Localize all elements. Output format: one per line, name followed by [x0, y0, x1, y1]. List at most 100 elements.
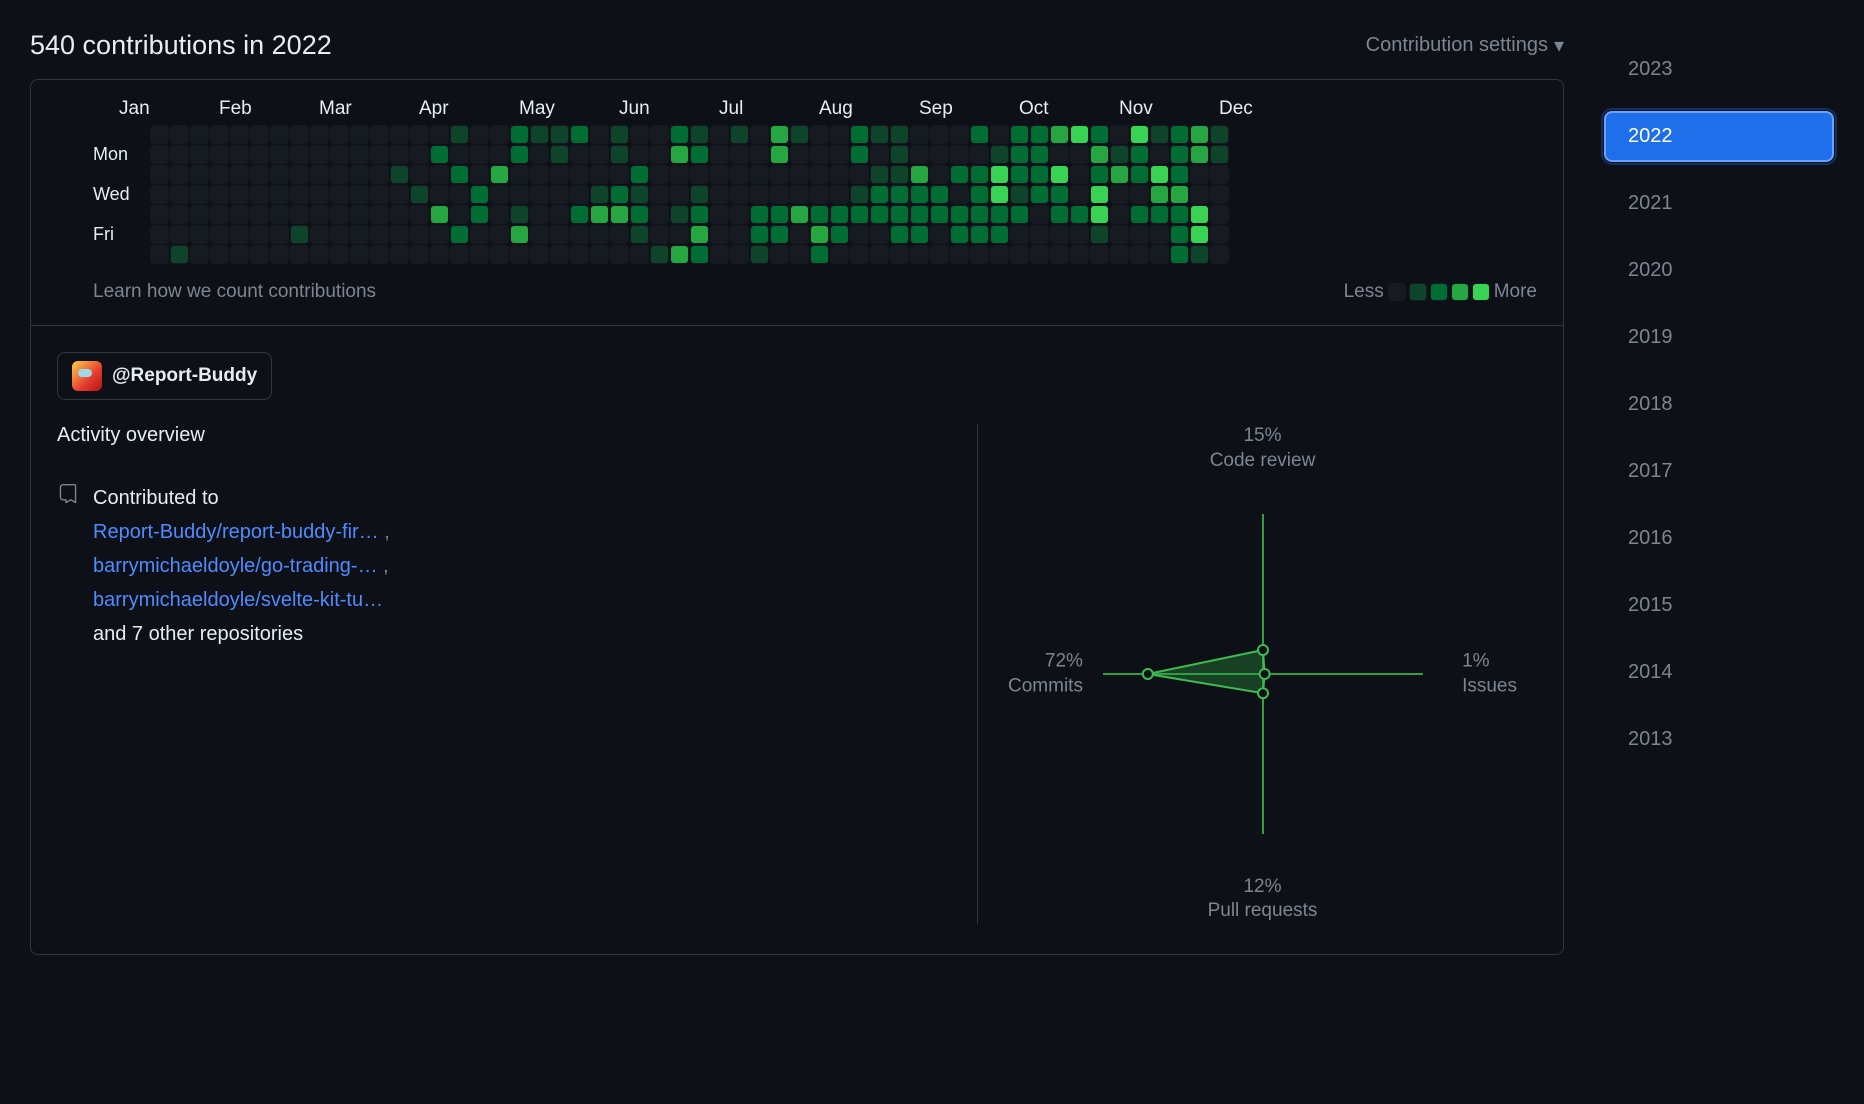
contribution-cell[interactable]: [611, 246, 628, 263]
contribution-cell[interactable]: [871, 206, 888, 223]
contribution-cell[interactable]: [1111, 246, 1128, 263]
contribution-cell[interactable]: [1151, 186, 1168, 203]
contribution-cell[interactable]: [1111, 186, 1128, 203]
contribution-cell[interactable]: [751, 246, 768, 263]
contribution-cell[interactable]: [1011, 246, 1028, 263]
contribution-cell[interactable]: [411, 246, 428, 263]
contribution-cell[interactable]: [291, 246, 308, 263]
contribution-cell[interactable]: [831, 206, 848, 223]
contribution-cell[interactable]: [631, 146, 648, 163]
contribution-cell[interactable]: [591, 126, 608, 143]
contribution-cell[interactable]: [851, 246, 868, 263]
contribution-cell[interactable]: [251, 126, 268, 143]
learn-contributions-link[interactable]: Learn how we count contributions: [93, 281, 376, 303]
contribution-cell[interactable]: [1151, 126, 1168, 143]
contribution-cell[interactable]: [591, 226, 608, 243]
contribution-cell[interactable]: [1091, 246, 1108, 263]
contribution-cell[interactable]: [911, 126, 928, 143]
contribution-cell[interactable]: [751, 146, 768, 163]
contribution-cell[interactable]: [271, 206, 288, 223]
contribution-cell[interactable]: [911, 206, 928, 223]
contribution-cell[interactable]: [851, 186, 868, 203]
contribution-cell[interactable]: [1111, 206, 1128, 223]
contribution-cell[interactable]: [551, 166, 568, 183]
contribution-cell[interactable]: [591, 206, 608, 223]
contribution-cell[interactable]: [931, 166, 948, 183]
contribution-cell[interactable]: [411, 166, 428, 183]
contribution-cell[interactable]: [831, 146, 848, 163]
contribution-cell[interactable]: [391, 186, 408, 203]
contribution-cell[interactable]: [1111, 146, 1128, 163]
contribution-cell[interactable]: [1171, 226, 1188, 243]
contribution-cell[interactable]: [431, 226, 448, 243]
contribution-cell[interactable]: [971, 246, 988, 263]
contribution-cell[interactable]: [431, 186, 448, 203]
contribution-cell[interactable]: [191, 146, 208, 163]
contribution-cell[interactable]: [271, 226, 288, 243]
contribution-cell[interactable]: [1151, 226, 1168, 243]
contribution-cell[interactable]: [511, 146, 528, 163]
contribution-cell[interactable]: [331, 126, 348, 143]
contribution-cell[interactable]: [431, 246, 448, 263]
contribution-cell[interactable]: [451, 186, 468, 203]
contribution-cell[interactable]: [1071, 226, 1088, 243]
contribution-cell[interactable]: [651, 166, 668, 183]
contribution-cell[interactable]: [1051, 126, 1068, 143]
contribution-cell[interactable]: [1031, 186, 1048, 203]
contribution-cell[interactable]: [231, 246, 248, 263]
contribution-cell[interactable]: [831, 166, 848, 183]
contribution-cell[interactable]: [1031, 166, 1048, 183]
contribution-cell[interactable]: [511, 226, 528, 243]
contribution-cell[interactable]: [251, 226, 268, 243]
contribution-cell[interactable]: [531, 146, 548, 163]
contribution-cell[interactable]: [171, 126, 188, 143]
contribution-cell[interactable]: [571, 246, 588, 263]
contribution-cell[interactable]: [931, 226, 948, 243]
contribution-cell[interactable]: [1191, 226, 1208, 243]
contribution-cell[interactable]: [491, 186, 508, 203]
contribution-cell[interactable]: [991, 186, 1008, 203]
contribution-cell[interactable]: [171, 246, 188, 263]
contribution-cell[interactable]: [751, 226, 768, 243]
contribution-cell[interactable]: [991, 246, 1008, 263]
year-filter-2015[interactable]: 2015: [1604, 580, 1834, 631]
contribution-cell[interactable]: [711, 146, 728, 163]
contribution-cell[interactable]: [651, 206, 668, 223]
contribution-cell[interactable]: [491, 126, 508, 143]
contribution-cell[interactable]: [1211, 126, 1228, 143]
contribution-cell[interactable]: [911, 246, 928, 263]
contribution-cell[interactable]: [851, 146, 868, 163]
contribution-cell[interactable]: [571, 146, 588, 163]
contribution-cell[interactable]: [271, 186, 288, 203]
contribution-cell[interactable]: [891, 126, 908, 143]
contribution-cell[interactable]: [491, 166, 508, 183]
contribution-cell[interactable]: [1191, 186, 1208, 203]
contribution-cell[interactable]: [511, 186, 528, 203]
contribution-cell[interactable]: [951, 186, 968, 203]
contribution-cell[interactable]: [471, 246, 488, 263]
contribution-cell[interactable]: [1011, 146, 1028, 163]
contribution-cell[interactable]: [191, 126, 208, 143]
contribution-cell[interactable]: [611, 186, 628, 203]
contribution-cell[interactable]: [1011, 226, 1028, 243]
contribution-cell[interactable]: [811, 226, 828, 243]
contribution-cell[interactable]: [1211, 166, 1228, 183]
contribution-cell[interactable]: [331, 206, 348, 223]
contribution-cell[interactable]: [1151, 206, 1168, 223]
contribution-cell[interactable]: [211, 246, 228, 263]
contribution-cell[interactable]: [251, 166, 268, 183]
contribution-cell[interactable]: [631, 186, 648, 203]
contribution-cell[interactable]: [451, 126, 468, 143]
contribution-cell[interactable]: [231, 206, 248, 223]
contribution-cell[interactable]: [771, 186, 788, 203]
contribution-cell[interactable]: [711, 126, 728, 143]
contribution-cell[interactable]: [331, 146, 348, 163]
contribution-cell[interactable]: [511, 126, 528, 143]
contribution-cell[interactable]: [151, 166, 168, 183]
contribution-cell[interactable]: [1031, 126, 1048, 143]
contribution-cell[interactable]: [311, 226, 328, 243]
contribution-cell[interactable]: [1091, 166, 1108, 183]
contribution-cell[interactable]: [1031, 146, 1048, 163]
contribution-cell[interactable]: [851, 166, 868, 183]
contribution-cell[interactable]: [751, 166, 768, 183]
